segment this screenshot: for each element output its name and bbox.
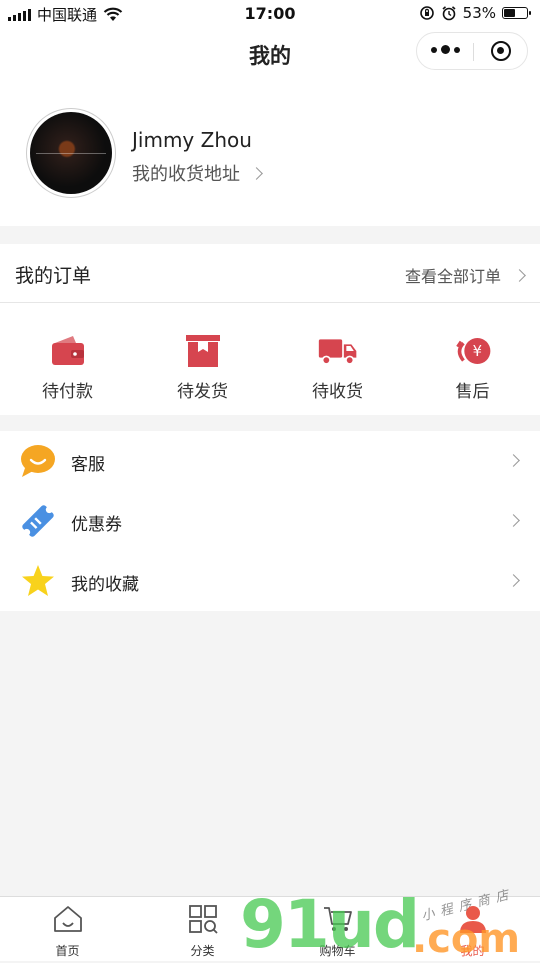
tab-category[interactable]: 分类 (135, 897, 270, 961)
order-status-pending-receipt[interactable]: 待收货 (270, 303, 405, 415)
coupon-icon (20, 503, 56, 539)
username: Jimmy Zhou (132, 128, 252, 152)
battery-icon (502, 7, 531, 19)
battery-percent: 53% (462, 4, 496, 22)
chevron-right-icon (507, 454, 520, 467)
chevron-right-icon (507, 514, 520, 527)
order-status-label: 待付款 (42, 382, 93, 402)
svg-text:¥: ¥ (472, 343, 481, 360)
menu-item-label: 优惠券 (71, 515, 122, 535)
battery-fill (504, 9, 515, 17)
tab-mine[interactable]: 我的 (405, 897, 540, 961)
order-status-row: 待付款 待发货 待收货 ¥ 售后 (0, 303, 540, 415)
avatar[interactable] (30, 112, 112, 194)
nav-bar: 我的 (0, 28, 540, 80)
miniprogram-capsule (416, 32, 528, 70)
menu-item-label: 客服 (71, 455, 105, 475)
menu-item-label: 我的收藏 (71, 575, 139, 595)
menu-item-favorites[interactable]: 我的收藏 (0, 551, 540, 611)
order-status-after-sales[interactable]: ¥ 售后 (405, 303, 540, 415)
alarm-icon (442, 6, 456, 21)
order-status-pending-payment[interactable]: 待付款 (0, 303, 135, 415)
order-status-label: 售后 (455, 382, 490, 402)
tab-label: 分类 (190, 944, 215, 958)
shipping-address-label: 我的收货地址 (132, 164, 240, 185)
chevron-right-icon (250, 166, 263, 180)
orders-header: 我的订单 查看全部订单 (0, 244, 540, 303)
profile-card: Jimmy Zhou 我的收货地址 (0, 80, 540, 226)
menu-item-customer-service[interactable]: 客服 (0, 431, 540, 491)
capsule-divider (473, 43, 474, 61)
view-all-orders-label: 查看全部订单 (404, 267, 501, 286)
chevron-right-icon (507, 574, 520, 587)
user-icon (459, 906, 486, 933)
order-status-label: 待发货 (177, 382, 228, 402)
tab-label: 购物车 (319, 944, 356, 958)
menu-list: 客服 优惠券 我的收藏 (0, 431, 540, 611)
status-right: 53% (419, 4, 531, 22)
view-all-orders-link[interactable]: 查看全部订单 (404, 263, 526, 287)
refund-icon: ¥ (453, 333, 493, 369)
tab-label: 我的 (460, 944, 485, 958)
order-status-label: 待收货 (312, 382, 363, 402)
status-bar: 中国联通 17:00 53% (0, 0, 540, 28)
chevron-right-icon (513, 268, 526, 282)
category-icon (188, 905, 218, 934)
tab-cart[interactable]: 购物车 (270, 897, 405, 961)
menu-item-coupons[interactable]: 优惠券 (0, 491, 540, 551)
tab-label: 首页 (55, 944, 80, 958)
order-status-pending-shipment[interactable]: 待发货 (135, 303, 270, 415)
wallet-icon (48, 333, 88, 369)
truck-icon (318, 333, 358, 369)
chat-bubble-icon (20, 443, 56, 479)
shipping-address-link[interactable]: 我的收货地址 (132, 160, 263, 186)
package-icon (183, 333, 223, 369)
tab-home[interactable]: 首页 (0, 897, 135, 961)
tab-bar: 首页 分类 购物车 我的 (0, 896, 540, 961)
star-icon (20, 563, 56, 599)
close-miniprogram-icon[interactable] (491, 41, 511, 61)
orders-title: 我的订单 (15, 265, 92, 287)
home-icon (53, 906, 82, 932)
more-menu-icon[interactable] (431, 45, 460, 54)
orientation-lock-icon (419, 6, 434, 20)
cart-icon (323, 907, 352, 931)
